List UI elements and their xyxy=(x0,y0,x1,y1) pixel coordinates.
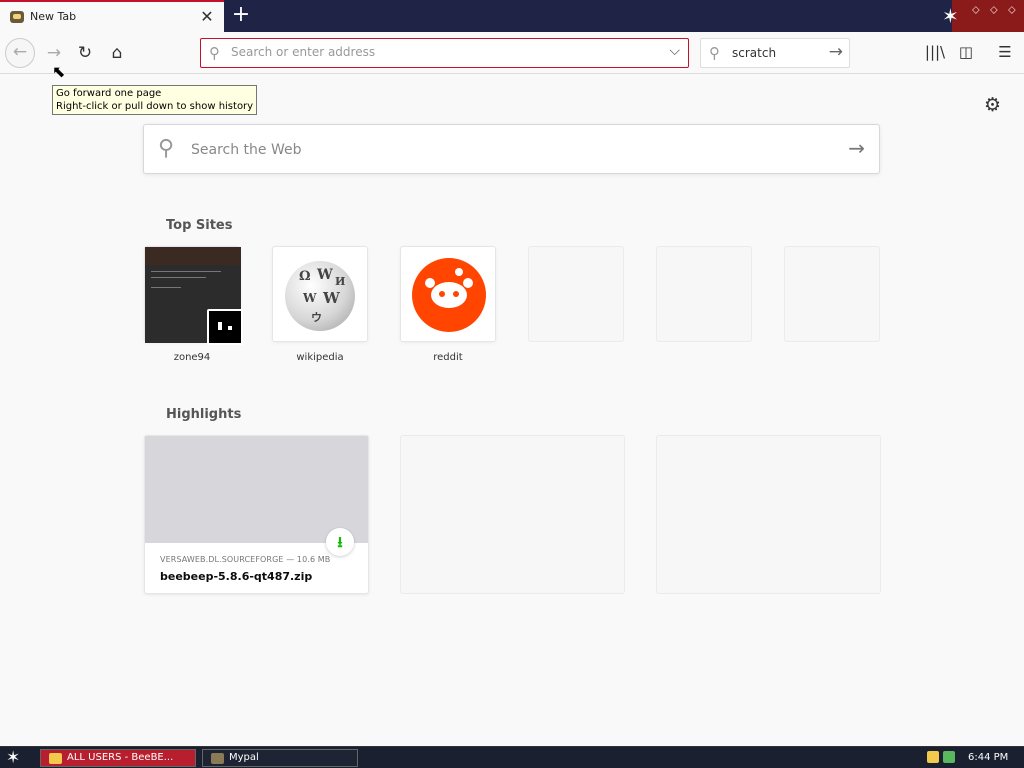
reddit-logo-icon xyxy=(412,258,486,332)
tray-folder-icon[interactable] xyxy=(927,751,939,763)
sidebar-icon[interactable]: ◫ xyxy=(955,41,977,63)
highlight-card[interactable]: ⭳ VERSAWEB.DL.SOURCEFORGE — 10.6 MB beeb… xyxy=(144,435,369,594)
download-icon: ⭳ xyxy=(326,528,354,556)
search-bar[interactable]: ⚲ scratch → xyxy=(700,38,850,68)
top-site-empty-slot xyxy=(656,246,752,342)
tooltip-line-2: Right-click or pull down to show history xyxy=(56,101,254,112)
menu-icon[interactable]: ☰ xyxy=(994,41,1016,63)
taskbar-clock[interactable]: 6:44 PM xyxy=(968,752,1008,763)
top-site-reddit[interactable] xyxy=(400,246,496,342)
maximize-button[interactable]: ⬦ xyxy=(990,3,998,17)
taskbar: ✶ ALL USERS - BeeBE... Mypal 6:44 PM xyxy=(0,746,1024,768)
back-button[interactable]: ← xyxy=(5,38,35,68)
tooltip-line-1: Go forward one page xyxy=(56,88,162,99)
highlight-meta: VERSAWEB.DL.SOURCEFORGE — 10.6 MB xyxy=(160,555,331,564)
navigation-toolbar: ← → ↻ ⌂ ⚲ ⌵ ⚲ scratch → |||\ ◫ ☰ xyxy=(0,32,1024,74)
home-button[interactable]: ⌂ xyxy=(105,41,129,65)
top-site-zone94[interactable] xyxy=(144,246,243,345)
search-icon: ⚲ xyxy=(709,44,720,62)
library-icon[interactable]: |||\ xyxy=(924,41,946,63)
taskbar-item-mypal[interactable]: Mypal xyxy=(202,749,358,767)
star-logo-icon: ✶ xyxy=(942,4,959,28)
taskbar-item-label: ALL USERS - BeeBE... xyxy=(67,752,174,763)
forward-tooltip: Go forward one page Right-click or pull … xyxy=(52,85,258,115)
minimize-button[interactable]: ⬦ xyxy=(972,3,980,17)
top-site-label[interactable]: zone94 xyxy=(144,352,240,363)
zone94-favicon-icon xyxy=(207,309,243,345)
search-bar-value[interactable]: scratch xyxy=(732,46,776,60)
url-dropdown-icon[interactable]: ⌵ xyxy=(669,43,680,59)
web-search-box[interactable]: ⚲ Search the Web → xyxy=(143,124,880,174)
close-window-button[interactable]: ⬦ xyxy=(1008,3,1016,17)
mypal-favicon-icon xyxy=(10,11,24,23)
top-sites-heading[interactable]: Top Sites xyxy=(166,218,233,233)
tab-strip: New Tab ✕ + ✶ ⬦ ⬦ ⬦ xyxy=(0,0,1024,32)
highlight-empty-slot xyxy=(400,435,625,594)
search-icon: ⚲ xyxy=(158,136,175,161)
top-site-wikipedia[interactable]: Ω W И W W ウ xyxy=(272,246,368,342)
highlights-heading[interactable]: Highlights xyxy=(166,407,241,422)
url-input[interactable] xyxy=(231,45,651,59)
top-site-label[interactable]: wikipedia xyxy=(272,352,368,363)
mypal-icon xyxy=(211,753,224,764)
highlight-preview-image xyxy=(145,436,368,543)
search-go-icon[interactable]: → xyxy=(829,42,843,62)
top-site-empty-slot xyxy=(784,246,880,342)
start-button[interactable]: ✶ xyxy=(6,748,20,768)
tray-network-icon[interactable] xyxy=(943,751,955,763)
highlight-empty-slot xyxy=(656,435,881,594)
url-bar[interactable]: ⚲ ⌵ xyxy=(200,38,689,68)
settings-gear-icon[interactable]: ⚙ xyxy=(984,94,1001,116)
web-search-placeholder[interactable]: Search the Web xyxy=(191,142,302,158)
reload-button[interactable]: ↻ xyxy=(73,41,97,65)
highlight-title: beebeep-5.8.6-qt487.zip xyxy=(160,570,313,583)
search-icon: ⚲ xyxy=(209,44,220,62)
new-tab-button[interactable]: + xyxy=(230,4,252,26)
web-search-go-icon[interactable]: → xyxy=(848,136,865,160)
taskbar-item-beebeep[interactable]: ALL USERS - BeeBE... xyxy=(40,749,196,767)
top-site-label[interactable]: reddit xyxy=(400,352,496,363)
folder-icon xyxy=(49,753,62,764)
taskbar-item-label: Mypal xyxy=(229,752,259,763)
tab-close-icon[interactable]: ✕ xyxy=(198,7,216,26)
wikipedia-globe-icon: Ω W И W W ウ xyxy=(285,261,355,331)
tab-title: New Tab xyxy=(30,10,77,23)
tab-new-tab[interactable]: New Tab ✕ xyxy=(0,0,224,32)
mouse-cursor-icon: ⬉ xyxy=(52,62,66,81)
top-site-empty-slot xyxy=(528,246,624,342)
